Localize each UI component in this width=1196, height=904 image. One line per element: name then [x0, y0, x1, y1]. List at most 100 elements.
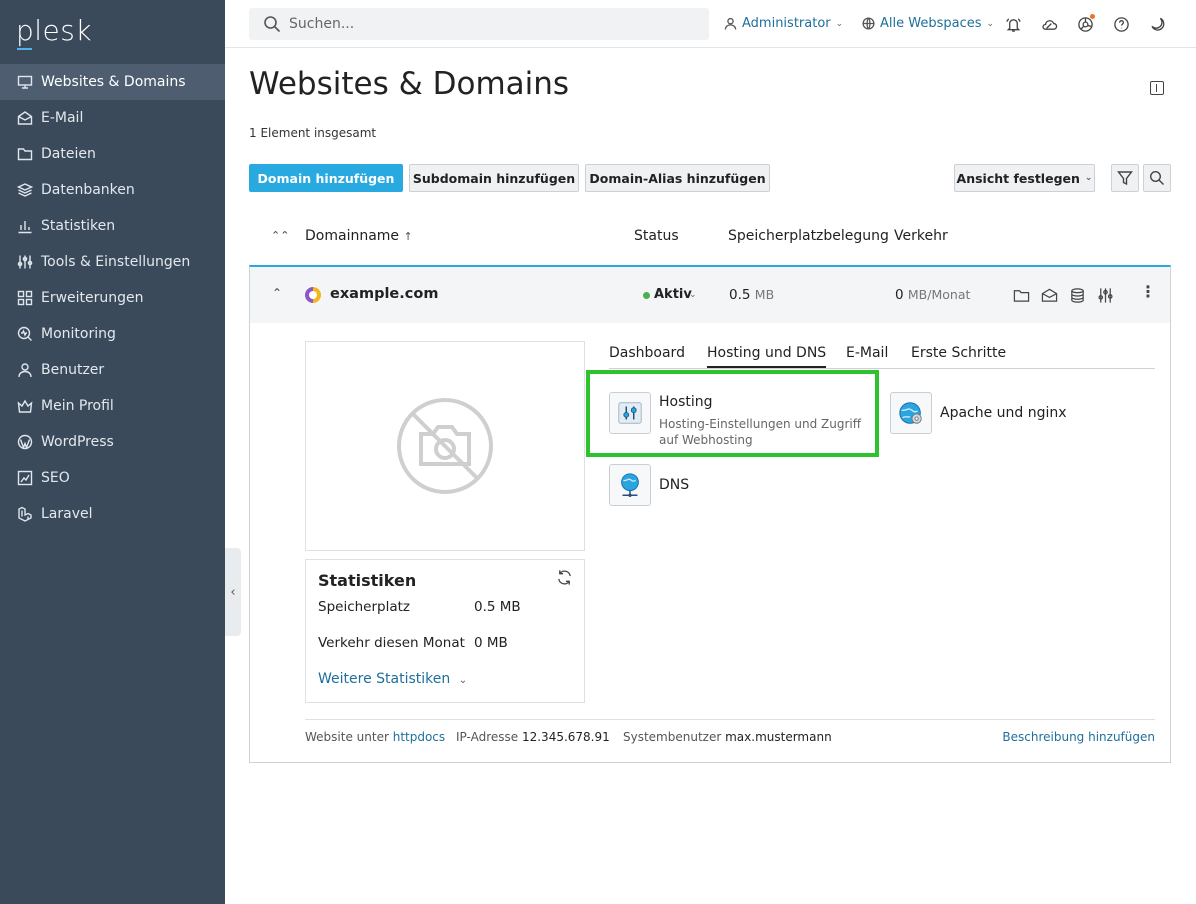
sliders-icon[interactable]: [1096, 286, 1114, 304]
status-dropdown[interactable]: Aktiv: [654, 287, 692, 302]
httpdocs-link[interactable]: httpdocs: [393, 730, 445, 744]
sidebar-nav: Websites & Domains E-Mail Dateien Datenb…: [0, 64, 225, 532]
sidebar-item-label: Laravel: [41, 506, 93, 522]
refresh-icon[interactable]: [556, 569, 574, 587]
traffic-usage: 0 MB/Monat: [895, 287, 970, 303]
folder-icon[interactable]: [1012, 286, 1030, 304]
chevron-down-icon[interactable]: ⌄: [689, 290, 697, 300]
mail-icon[interactable]: [1040, 286, 1058, 304]
more-statistics-link[interactable]: Weitere Statistiken ⌄: [318, 671, 467, 687]
cloud-button[interactable]: [1039, 14, 1059, 34]
search-list-button[interactable]: [1143, 164, 1171, 192]
dns-tile-icon[interactable]: [609, 464, 651, 506]
sidebar-item-label: Benutzer: [41, 362, 105, 378]
sidebar-item-seo[interactable]: SEO: [0, 460, 225, 496]
monitoring-icon: [16, 325, 34, 343]
chevron-down-icon: ⌄: [986, 18, 995, 29]
notification-dot: [1090, 14, 1095, 19]
sidebar-item-extensions[interactable]: Erweiterungen: [0, 280, 225, 316]
column-domain-label: Domainname: [305, 228, 400, 244]
apache-nginx-title[interactable]: Apache und nginx: [940, 405, 1067, 421]
tab-hosting-dns[interactable]: Hosting und DNS: [707, 345, 827, 368]
sidebar-item-websites-domains[interactable]: Websites & Domains: [0, 64, 225, 100]
apache-nginx-tile-icon[interactable]: [890, 392, 932, 434]
chevron-down-icon: ⌄: [1084, 173, 1093, 183]
wordpress-icon: [16, 433, 34, 451]
website-preview[interactable]: [305, 341, 585, 551]
user-icon: [724, 17, 737, 30]
statistics-title: Statistiken: [318, 571, 417, 590]
sidebar-item-email[interactable]: E-Mail: [0, 100, 225, 136]
database-icon[interactable]: [1068, 286, 1086, 304]
sidebar-item-profile[interactable]: Mein Profil: [0, 388, 225, 424]
add-description-link[interactable]: Beschreibung hinzufügen: [1002, 730, 1155, 744]
sidebar-item-wordpress[interactable]: WordPress: [0, 424, 225, 460]
system-user-label: Systembenutzer: [623, 730, 722, 744]
grid-icon: [16, 289, 34, 307]
database-icon: [16, 181, 34, 199]
sidebar-collapse-handle[interactable]: ‹: [225, 548, 241, 636]
moon-icon: [1150, 17, 1164, 31]
column-storage[interactable]: Speicherplatzbelegung: [728, 228, 889, 244]
storage-value: 0.5: [729, 287, 751, 303]
plesk-logo[interactable]: plesk: [16, 14, 92, 47]
sidebar-item-laravel[interactable]: Laravel: [0, 496, 225, 532]
ip-address: IP-Adresse 12.345.678.91: [456, 730, 610, 744]
tab-getting-started[interactable]: Erste Schritte: [911, 345, 1006, 366]
sidebar-item-databases[interactable]: Datenbanken: [0, 172, 225, 208]
column-domain-name[interactable]: Domainname ↑: [305, 228, 413, 244]
column-status[interactable]: Status: [634, 228, 679, 244]
domain-favicon-icon: [305, 287, 321, 303]
bar-chart-icon: [16, 217, 34, 235]
help-button[interactable]: [1111, 14, 1131, 34]
user-menu-label: Administrator: [742, 16, 831, 31]
sidebar-item-files[interactable]: Dateien: [0, 136, 225, 172]
dark-mode-button[interactable]: [1147, 14, 1167, 34]
search-icon: [1149, 170, 1164, 185]
domain-name[interactable]: example.com: [330, 286, 438, 302]
column-traffic[interactable]: Verkehr: [894, 228, 948, 244]
logo-underline: [17, 48, 32, 50]
domain-row[interactable]: ⌃ example.com Aktiv ⌄ 0.5 MB 0 MB/Monat …: [250, 267, 1170, 323]
extensions-button[interactable]: [1075, 14, 1095, 34]
side-panel-toggle-icon[interactable]: [1150, 81, 1164, 95]
chevron-down-icon: ⌄: [458, 675, 468, 686]
view-settings-button[interactable]: Ansicht festlegen ⌄: [954, 164, 1095, 192]
user-menu[interactable]: Administrator ⌄: [724, 16, 843, 31]
status-active-dot: [643, 292, 650, 299]
ip-address-label: IP-Adresse: [456, 730, 519, 744]
chevron-up-icon[interactable]: ⌃: [272, 286, 282, 300]
search-input[interactable]: [289, 16, 689, 32]
search-box[interactable]: [249, 8, 709, 40]
notifications-button[interactable]: [1003, 14, 1023, 34]
sidebar-item-monitoring[interactable]: Monitoring: [0, 316, 225, 352]
storage-usage: 0.5 MB: [729, 287, 774, 303]
statistics-card: Statistiken Speicherplatz 0.5 MB Verkehr…: [305, 559, 585, 703]
search-icon: [264, 16, 281, 33]
more-actions-icon[interactable]: ⋮: [1140, 284, 1156, 300]
page-title: Websites & Domains: [249, 66, 570, 102]
sidebar-item-users[interactable]: Benutzer: [0, 352, 225, 388]
sidebar-item-tools-settings[interactable]: Tools & Einstellungen: [0, 244, 225, 280]
webspaces-menu-label: Alle Webspaces: [880, 16, 982, 31]
sidebar-item-label: Dateien: [41, 146, 96, 162]
dns-globe-icon: [621, 473, 639, 497]
domain-footer: Website unter httpdocs IP-Adresse 12.345…: [305, 719, 1155, 759]
website-location-label: Website unter: [305, 730, 389, 744]
sidebar-item-statistics[interactable]: Statistiken: [0, 208, 225, 244]
sidebar-item-label: E-Mail: [41, 110, 84, 126]
chevron-down-icon: ⌄: [835, 18, 844, 29]
tab-dashboard[interactable]: Dashboard: [609, 345, 685, 366]
sidebar: plesk Websites & Domains E-Mail Dateien …: [0, 0, 225, 904]
collapse-all-icon[interactable]: ⌃⌃: [271, 229, 289, 242]
chevron-left-icon: ‹: [230, 584, 236, 600]
add-domain-button[interactable]: Domain hinzufügen: [249, 164, 403, 192]
dns-title[interactable]: DNS: [659, 477, 689, 493]
domain-tabs: Dashboard Hosting und DNS E-Mail Erste S…: [609, 345, 1155, 369]
tab-email[interactable]: E-Mail: [846, 345, 888, 366]
filter-button[interactable]: [1111, 164, 1139, 192]
laravel-icon: [16, 505, 34, 523]
webspaces-menu[interactable]: Alle Webspaces ⌄: [862, 16, 994, 31]
add-domain-alias-button[interactable]: Domain-Alias hinzufügen: [585, 164, 770, 192]
add-subdomain-button[interactable]: Subdomain hinzufügen: [409, 164, 579, 192]
